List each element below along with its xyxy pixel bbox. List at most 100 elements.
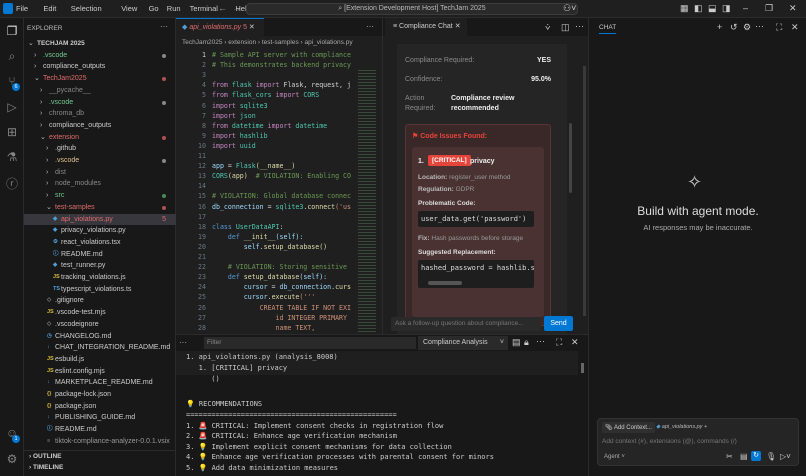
horizontal-scrollbar[interactable] [428,281,462,285]
auto-approve-icon[interactable]: ↻ [751,451,761,461]
file-tree-item[interactable]: › chroma_db [24,108,176,120]
file-tree-item[interactable]: › node_modules [24,178,176,190]
file-tree-item[interactable]: › dist [24,167,176,179]
file-tree-item[interactable]: ↓ CHAT_INTEGRATION_README.md [24,342,176,354]
file-tree-item[interactable]: ↓ PUBLISHING_GUIDE.md [24,412,176,424]
word-wrap-icon[interactable]: ▤ [512,337,521,348]
explorer-icon[interactable]: ❐ [4,24,20,40]
lock-icon[interactable]: 🔒︎ [524,337,529,348]
restore-icon[interactable]: ❐ [765,3,773,14]
close-icon[interactable]: ✕ [791,22,799,33]
search-icon[interactable]: ⌕ [4,49,20,65]
command-center-search[interactable]: ⌕ [Extension Development Host] TechJam 2… [246,3,578,15]
file-tree-item[interactable]: JS .vscode-test.mjs [24,307,176,319]
copilot-chevron-icon[interactable]: ⩒ [545,22,550,33]
chat-tab[interactable]: CHAT [599,24,617,34]
history-icon[interactable]: ↺ [730,22,738,33]
file-context-chip[interactable]: ◆ api_violations.py + [656,424,707,430]
file-tree-item[interactable]: › compliance_outputs [24,61,176,73]
add-icon[interactable]: + [704,424,707,430]
maximize-panel-icon[interactable]: ⛶ [556,337,562,348]
file-tree-item[interactable]: JS tracking_violations.js [24,272,176,284]
follow-up-input[interactable]: Ask a follow-up question about complianc… [391,317,541,331]
maximize-icon[interactable]: ⛶ [776,22,782,33]
tools-icon[interactable]: ✂ [726,452,733,461]
file-tree-item[interactable]: ⓘ README.md [24,424,176,436]
source-control-icon[interactable]: ⑂ 6 [4,74,20,91]
toggle-secondary-sidebar-icon[interactable]: ◨ [722,3,731,14]
add-context-button[interactable]: 📎︎ Add Context... [602,422,655,433]
editor-more-icon[interactable]: ··· [366,22,374,31]
split-editor-icon[interactable]: ◫ [561,22,570,33]
send-button[interactable]: Send [544,316,573,331]
file-tree-item[interactable]: ⓘ README.md [24,249,176,261]
close-tab-icon[interactable]: ✕ [249,24,255,31]
back-arrow-icon[interactable]: ← [218,3,227,13]
send-icon[interactable]: ▷˅ [780,452,791,461]
file-tree-item[interactable]: › src [24,190,176,202]
menu-view[interactable]: View [121,4,137,13]
minimap[interactable] [358,68,376,338]
more-actions-icon[interactable]: ··· [575,21,584,31]
file-tree-item[interactable]: ⌄ TechJam2025 [24,73,176,85]
file-tree-item[interactable]: {} package.json [24,401,176,413]
file-tree-item[interactable]: JS eslint.config.mjs [24,366,176,378]
accounts-icon[interactable]: ☺ 1 [4,426,20,443]
more-actions-icon[interactable]: ··· [160,22,168,31]
settings-gear-icon[interactable]: ⚙ [4,452,20,468]
menu-file[interactable]: File [16,4,28,13]
extensions-icon[interactable]: ⊞ [4,125,20,141]
file-tree-item[interactable]: {} package-lock.json [24,389,176,401]
file-tree-item[interactable]: JS esbuild.js [24,354,176,366]
filter-input[interactable]: Filter [204,337,416,349]
file-tree-item[interactable]: ⌄ test-samples [24,202,176,214]
file-tree-item[interactable]: ◇ .gitignore [24,295,176,307]
file-tree-item[interactable]: ⌄ extension [24,132,176,144]
breadcrumb-item[interactable]: api_violations.py [305,39,353,46]
file-tree-item[interactable]: › compliance_outputs [24,120,176,132]
file-tree-item[interactable]: ◷ CHANGELOG.md [24,331,176,343]
run-debug-icon[interactable]: ▷ [4,100,20,116]
new-chat-icon[interactable]: + [717,22,722,32]
mode-dropdown[interactable]: Agent ˅ [604,454,625,460]
customize-layout-icon[interactable]: ▦ [680,3,689,14]
outline-section[interactable]: › OUTLINE [24,450,176,462]
panel-more-icon[interactable]: ··· [179,338,187,347]
panel-scrollbar[interactable] [583,66,586,316]
close-tab-icon[interactable]: ✕ [455,23,461,30]
menu-go[interactable]: Go [149,4,159,13]
file-tree-item[interactable]: › __pycache__ [24,85,176,97]
close-window-icon[interactable]: ✕ [789,3,797,14]
menu-edit[interactable]: Edit [43,4,56,13]
menu-terminal[interactable]: Terminal [190,4,218,13]
menu-selection[interactable]: Selection [71,4,102,13]
file-tree-item[interactable]: TS typescript_violations.ts [24,284,176,296]
breadcrumb-item[interactable]: test-samples [262,39,299,46]
remote-icon[interactable]: ⓡ [4,175,20,191]
microphone-icon[interactable]: 🎙︎ [766,452,776,461]
breadcrumb-item[interactable]: extension [228,39,256,46]
file-tree-item[interactable]: › .vscode [24,155,176,167]
settings-gear-icon[interactable]: ⚙ [743,22,751,33]
file-tree-item[interactable]: ◆ api_violations.py 5 [24,213,176,226]
file-tree-item[interactable]: ↓ MARKETPLACE_README.md [24,377,176,389]
file-tree-item[interactable]: ⚙ react_violations.tsx [24,237,176,249]
minimize-icon[interactable]: – [743,3,748,13]
file-tree-item[interactable]: › .vscode [24,50,176,62]
more-actions-icon[interactable]: ··· [536,336,545,346]
file-tree-item[interactable]: ⌄ TECHJAM 2025 [24,38,176,50]
panel-scrollbar[interactable] [581,363,584,373]
timeline-section[interactable]: › TIMELINE [24,462,176,474]
tab-compliance-chat[interactable]: ≡ Compliance Chat ✕ [385,18,467,36]
file-tree-item[interactable]: ◆ privacy_violations.py [24,225,176,237]
file-tree-item[interactable]: › .vscode [24,97,176,109]
output-channel-dropdown[interactable]: Compliance Analysis ˅ [418,336,508,350]
file-tree-item[interactable]: ◆ test_runner.py [24,260,176,272]
breadcrumb-item[interactable]: TechJam2025 [182,39,222,46]
inner-scrollbar[interactable] [569,123,572,193]
forward-arrow-icon[interactable]: → [232,3,241,13]
chat-input[interactable]: Add context (#), extensions (@), command… [602,438,737,445]
file-tree-item[interactable]: ≡ tiktok-compliance-analyzer-0.0.1.vsix [24,436,176,448]
testing-icon[interactable]: ⚗ [4,150,20,166]
menu-run[interactable]: Run [167,4,181,13]
